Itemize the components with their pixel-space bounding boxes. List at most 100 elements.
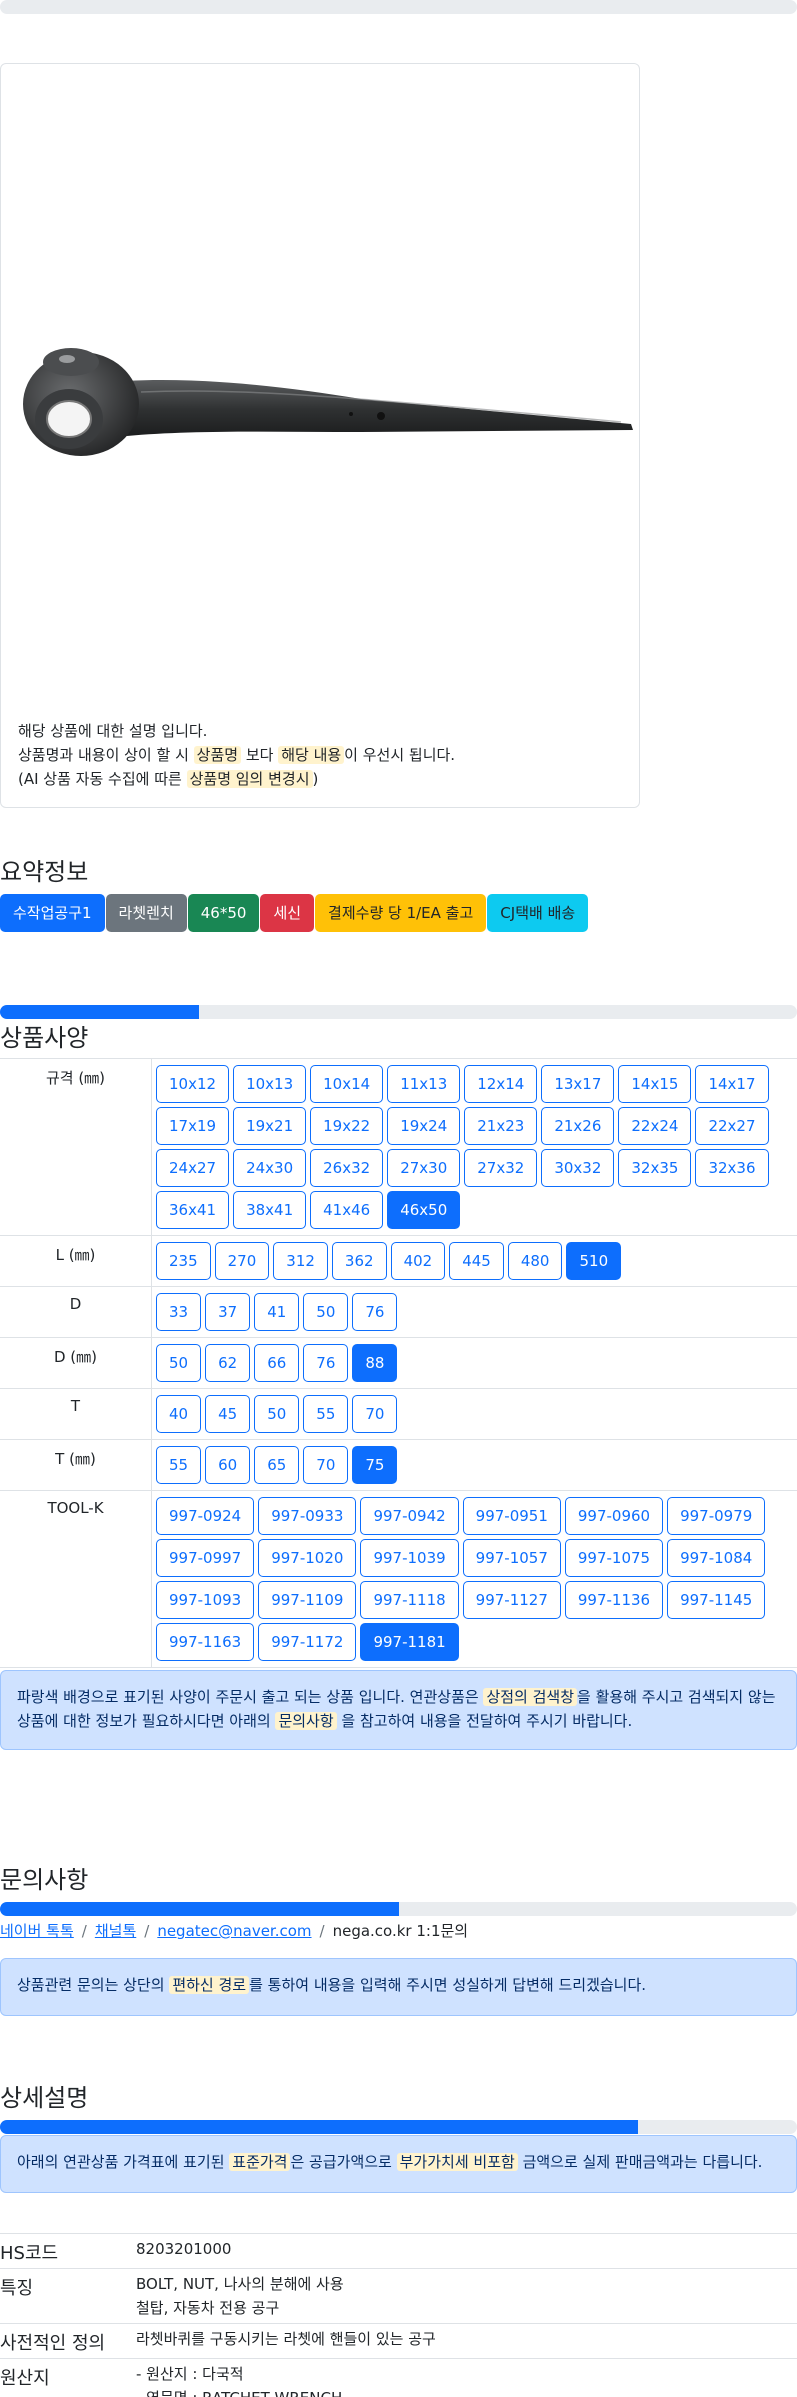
- spec-option[interactable]: 14x17: [695, 1065, 769, 1103]
- spec-option[interactable]: 21x26: [541, 1107, 615, 1145]
- spec-option[interactable]: 312: [273, 1242, 328, 1280]
- spec-option[interactable]: 70: [352, 1395, 398, 1433]
- summary-badge: 세신: [260, 894, 315, 932]
- spec-option[interactable]: 60: [205, 1446, 251, 1484]
- spec-option[interactable]: 55: [303, 1395, 349, 1433]
- spec-option[interactable]: 62: [205, 1344, 251, 1382]
- spec-option[interactable]: 997-0951: [462, 1497, 561, 1535]
- spec-option[interactable]: 445: [449, 1242, 504, 1280]
- spec-option[interactable]: 997-1057: [462, 1539, 561, 1577]
- spec-option[interactable]: 66: [254, 1344, 300, 1382]
- channel-talk-link[interactable]: 채널톡: [95, 1922, 136, 1940]
- spec-option[interactable]: 22x27: [695, 1107, 769, 1145]
- spec-option[interactable]: 41: [254, 1293, 300, 1331]
- spec-option[interactable]: 32x36: [695, 1149, 769, 1187]
- spec-option[interactable]: 38x41: [233, 1191, 307, 1229]
- spec-option[interactable]: 24x27: [156, 1149, 230, 1187]
- spec-option[interactable]: 41x46: [310, 1191, 384, 1229]
- spec-option[interactable]: 997-1093: [156, 1581, 255, 1619]
- notice-text: 금액으로 실제 판매금액과는 다릅니다.: [517, 2153, 763, 2171]
- spec-option[interactable]: 997-1109: [258, 1581, 357, 1619]
- spec-option-selected[interactable]: 510: [566, 1242, 622, 1280]
- spec-option[interactable]: 10x12: [156, 1065, 230, 1103]
- desc-text: 보다: [241, 746, 279, 764]
- spec-option[interactable]: 45: [205, 1395, 251, 1433]
- spec-option[interactable]: 997-0924: [156, 1497, 255, 1535]
- spec-option[interactable]: 76: [352, 1293, 398, 1331]
- spec-option[interactable]: 997-1163: [156, 1623, 255, 1661]
- spec-option-selected[interactable]: 46x50: [387, 1191, 461, 1229]
- spec-option[interactable]: 11x13: [387, 1065, 461, 1103]
- spec-option[interactable]: 997-0979: [667, 1497, 766, 1535]
- spec-option[interactable]: 997-1084: [667, 1539, 766, 1577]
- spec-option[interactable]: 402: [390, 1242, 446, 1280]
- spec-row: L (㎜) 235 270 312 362 402 445 480 510: [0, 1236, 797, 1287]
- spec-option[interactable]: 26x32: [310, 1149, 384, 1187]
- spec-option[interactable]: 50: [303, 1293, 349, 1331]
- spec-option[interactable]: 997-1075: [564, 1539, 664, 1577]
- spec-option[interactable]: 30x32: [541, 1149, 615, 1187]
- desc-highlight: 상품명 임의 변경시: [186, 770, 313, 788]
- naver-talk-link[interactable]: 네이버 톡톡: [0, 1922, 74, 1940]
- info-value: 라쳇바퀴를 구동시키는 라쳇에 핸들이 있는 공구: [136, 2327, 797, 2355]
- spec-option[interactable]: 997-1172: [258, 1623, 357, 1661]
- spec-option[interactable]: 235: [156, 1242, 211, 1280]
- specs-notice: 파랑색 배경으로 표기된 사양이 주문시 출고 되는 상품 입니다. 연관상품은…: [0, 1670, 797, 1750]
- spec-option[interactable]: 17x19: [156, 1107, 230, 1145]
- spec-option[interactable]: 13x17: [541, 1065, 615, 1103]
- desc-text: 이 우선시 됩니다.: [344, 746, 456, 764]
- spec-option[interactable]: 27x32: [464, 1149, 538, 1187]
- spec-option[interactable]: 997-0942: [360, 1497, 459, 1535]
- spec-option[interactable]: 10x13: [233, 1065, 307, 1103]
- spec-option[interactable]: 12x14: [464, 1065, 538, 1103]
- spec-option[interactable]: 270: [214, 1242, 270, 1280]
- spec-table: 규격 (㎜) 10x12 10x13 10x14 11x13 12x14 13x17 14x1…: [0, 1058, 797, 1668]
- spec-option[interactable]: 997-1136: [564, 1581, 664, 1619]
- separator: /: [144, 1922, 150, 1940]
- spec-option[interactable]: 997-1127: [462, 1581, 561, 1619]
- spec-option[interactable]: 36x41: [156, 1191, 230, 1229]
- spec-option[interactable]: 33: [156, 1293, 202, 1331]
- spec-option[interactable]: 10x14: [310, 1065, 384, 1103]
- spec-option[interactable]: 65: [254, 1446, 300, 1484]
- specs-progress-fill: [0, 1005, 200, 1019]
- info-value-line: 8203201000: [136, 2240, 232, 2258]
- spec-option[interactable]: 19x22: [310, 1107, 384, 1145]
- spec-option[interactable]: 997-1020: [258, 1539, 357, 1577]
- spec-option-selected[interactable]: 88: [352, 1344, 398, 1382]
- spec-option[interactable]: 22x24: [618, 1107, 692, 1145]
- spec-option[interactable]: 997-0997: [156, 1539, 255, 1577]
- spec-option[interactable]: 14x15: [618, 1065, 692, 1103]
- desc-text: 상품명과 내용이 상이 할 시: [18, 746, 194, 764]
- spec-option[interactable]: 50: [254, 1395, 300, 1433]
- spec-option[interactable]: 997-0933: [258, 1497, 357, 1535]
- spec-option[interactable]: 21x23: [464, 1107, 538, 1145]
- spec-option[interactable]: 32x35: [618, 1149, 692, 1187]
- desc-highlight: 상품명: [193, 746, 242, 764]
- spec-option[interactable]: 50: [156, 1344, 202, 1382]
- spec-option[interactable]: 997-1118: [360, 1581, 459, 1619]
- spec-option[interactable]: 19x24: [387, 1107, 461, 1145]
- spec-option[interactable]: 997-1145: [667, 1581, 766, 1619]
- spec-option[interactable]: 76: [303, 1344, 349, 1382]
- spec-option[interactable]: 480: [507, 1242, 563, 1280]
- spec-option[interactable]: 70: [303, 1446, 349, 1484]
- spec-option-selected[interactable]: 997-1181: [360, 1623, 459, 1661]
- product-image: [21, 304, 641, 534]
- spec-option[interactable]: 997-1039: [360, 1539, 459, 1577]
- spec-option[interactable]: 55: [156, 1446, 202, 1484]
- spec-option[interactable]: 362: [331, 1242, 387, 1280]
- ratchet-wrench-image: [23, 348, 633, 456]
- spec-label: T (㎜): [0, 1440, 152, 1490]
- email-link[interactable]: negatec@naver.com: [157, 1922, 311, 1940]
- spec-option-selected[interactable]: 75: [352, 1446, 398, 1484]
- spec-label: L (㎜): [0, 1236, 152, 1286]
- detail-title: 상세설명: [0, 2084, 89, 2112]
- spec-option[interactable]: 37: [205, 1293, 251, 1331]
- spec-option[interactable]: 27x30: [387, 1149, 461, 1187]
- spec-option[interactable]: 40: [156, 1395, 202, 1433]
- spec-option[interactable]: 19x21: [233, 1107, 307, 1145]
- spec-option[interactable]: 997-0960: [564, 1497, 664, 1535]
- detail-progress-fill: [0, 2120, 638, 2134]
- spec-option[interactable]: 24x30: [233, 1149, 307, 1187]
